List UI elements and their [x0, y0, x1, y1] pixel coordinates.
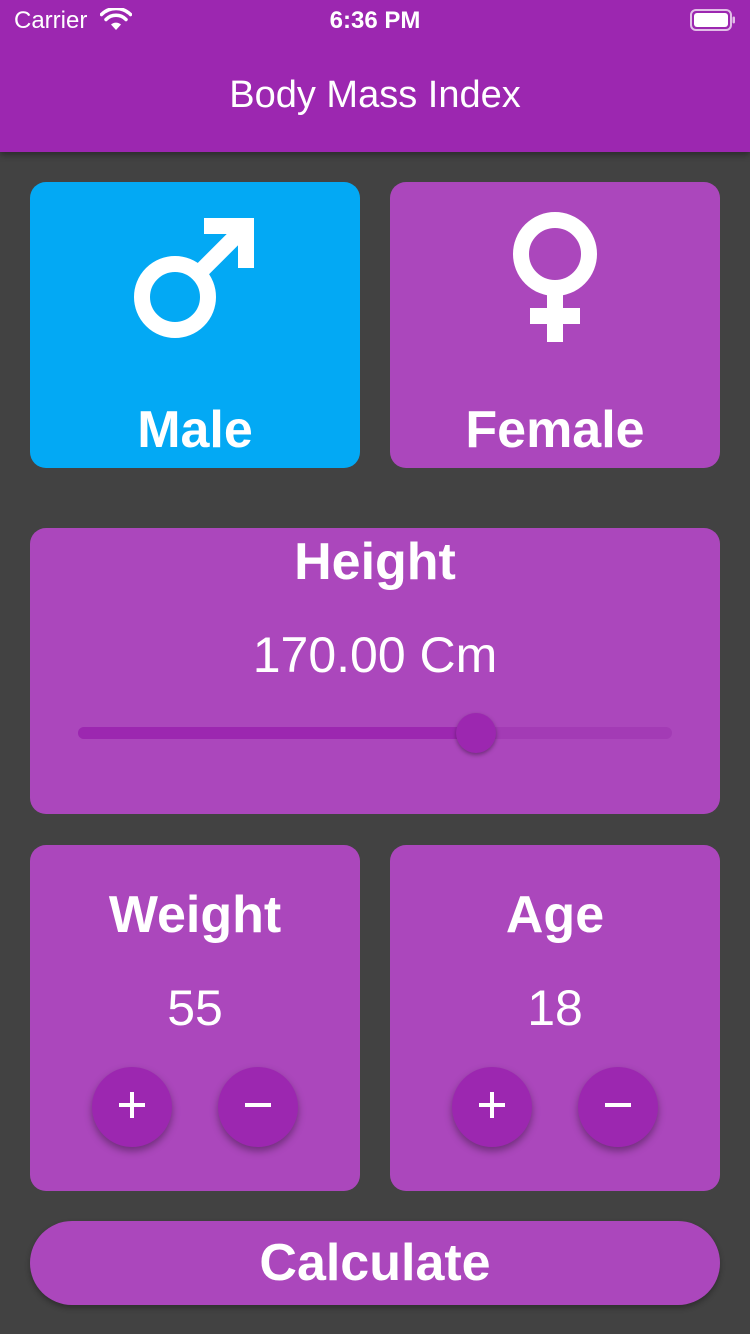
app-bar: Carrier 6:36 PM Body Mass Index — [0, 0, 750, 152]
page-title: Body Mass Index — [229, 74, 521, 116]
male-label: Male — [137, 401, 253, 459]
status-time: 6:36 PM — [329, 7, 421, 34]
age-decrement-button[interactable] — [578, 1067, 658, 1147]
age-title: Age — [505, 886, 605, 944]
female-card[interactable]: Female — [390, 182, 720, 468]
height-slider-thumb[interactable] — [455, 713, 496, 753]
plus-icon — [477, 1090, 507, 1125]
minus-icon — [243, 1090, 273, 1125]
female-label: Female — [465, 401, 645, 459]
age-card: Age 18 — [390, 845, 720, 1191]
calculate-button[interactable]: Calculate — [30, 1221, 720, 1305]
weight-increment-button[interactable] — [92, 1067, 172, 1147]
female-icon — [390, 212, 720, 342]
height-slider-fill — [78, 727, 476, 739]
height-slider[interactable] — [78, 727, 672, 739]
status-bar: Carrier 6:36 PM — [0, 0, 750, 40]
weight-decrement-button[interactable] — [218, 1067, 298, 1147]
weight-card: Weight 55 — [30, 845, 360, 1191]
height-card: Height 170.00 Cm — [30, 528, 720, 814]
male-icon — [30, 212, 360, 342]
age-increment-button[interactable] — [452, 1067, 532, 1147]
plus-icon — [117, 1090, 147, 1125]
male-card[interactable]: Male — [30, 182, 360, 468]
age-value: 18 — [527, 980, 583, 1036]
minus-icon — [603, 1090, 633, 1125]
height-title: Height — [294, 533, 456, 591]
weight-title: Weight — [108, 886, 282, 944]
height-value: 170.00 Cm — [252, 627, 498, 683]
battery-icon — [690, 9, 736, 31]
weight-value: 55 — [167, 980, 223, 1036]
